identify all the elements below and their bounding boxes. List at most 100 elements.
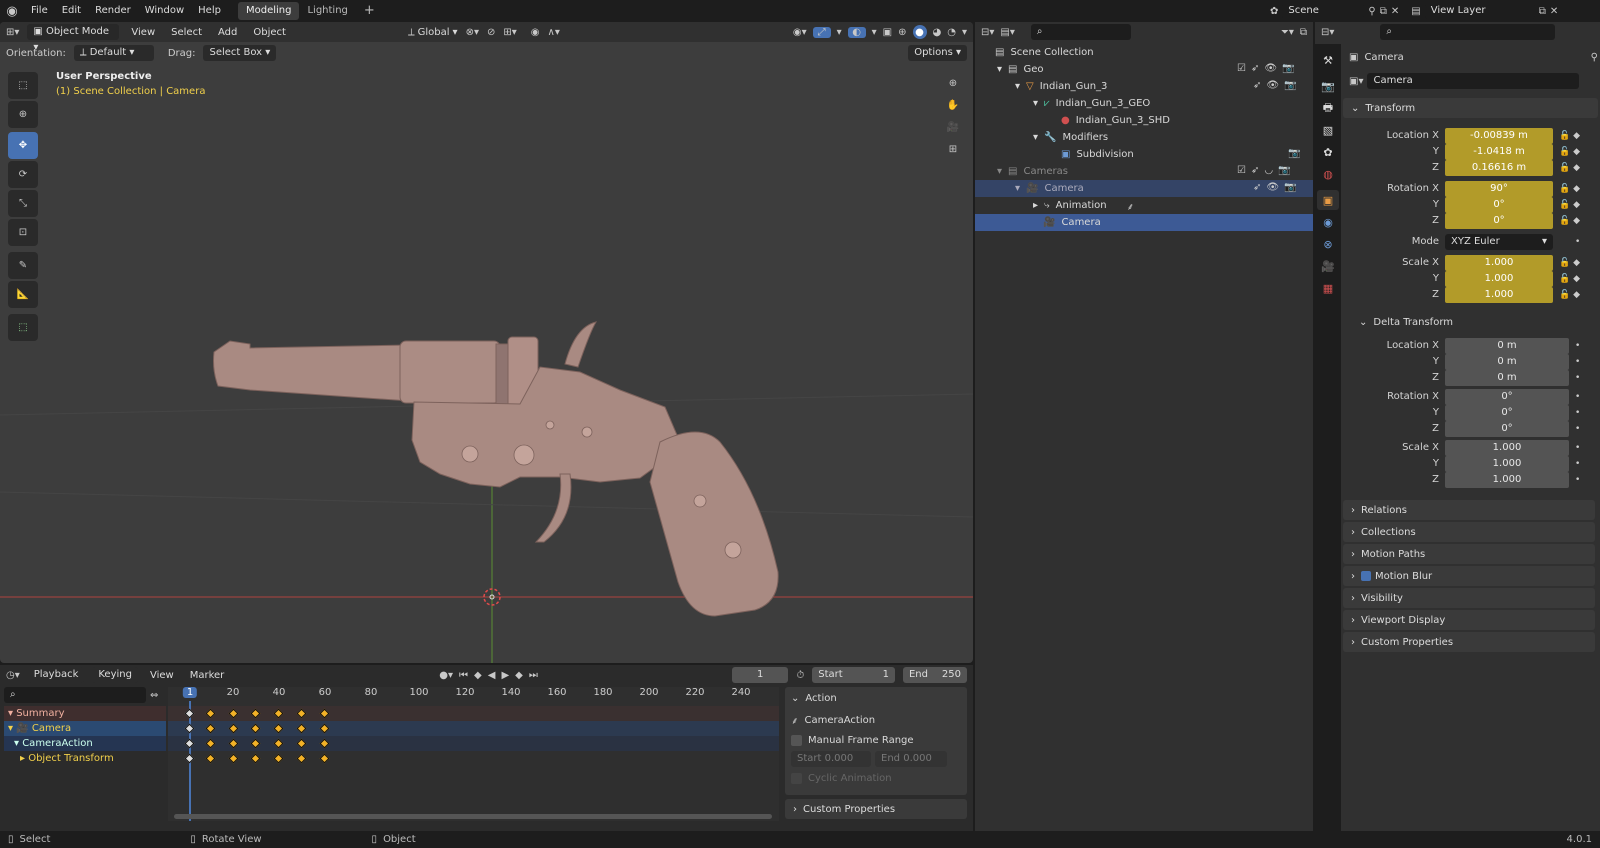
play-icon[interactable]: ▶ bbox=[501, 670, 509, 681]
play-reverse-icon[interactable]: ◀ bbox=[488, 670, 496, 681]
keyframe-diamond[interactable] bbox=[228, 708, 238, 719]
render-icon[interactable]: 📷 bbox=[1282, 63, 1294, 74]
keyframe-diamond[interactable] bbox=[319, 753, 330, 764]
select-icon[interactable]: ➶ bbox=[1251, 63, 1259, 74]
key-dot[interactable]: • bbox=[1575, 405, 1580, 421]
delta-location-x-field[interactable]: 0 m bbox=[1445, 338, 1569, 354]
blender-logo-icon[interactable]: ◉ bbox=[0, 4, 24, 19]
scale-x-field[interactable]: 1.000 bbox=[1445, 255, 1553, 271]
delta-location-y-field[interactable]: 0 m bbox=[1445, 354, 1569, 370]
key-dot[interactable]: • bbox=[1575, 472, 1580, 488]
render-icon[interactable]: 📷 bbox=[1278, 165, 1290, 176]
lock-key-row[interactable]: 🔓 ◆ bbox=[1559, 271, 1595, 287]
keyframe-diamond[interactable] bbox=[250, 738, 261, 749]
keyframe-diamond[interactable] bbox=[184, 738, 195, 749]
record-icon[interactable]: ●▾ bbox=[439, 670, 453, 681]
visibility-panel[interactable]: › Visibility bbox=[1343, 588, 1595, 608]
checkbox-icon[interactable]: ☑ bbox=[1237, 63, 1246, 74]
outliner-row-camera-data[interactable]: 🎥 Camera bbox=[975, 214, 1313, 231]
marker-menu[interactable]: Marker bbox=[186, 670, 229, 681]
lock-key-row[interactable]: 🔓 ◆ bbox=[1559, 197, 1595, 213]
keyframe-diamond[interactable] bbox=[273, 753, 284, 764]
delta-transform-header[interactable]: ⌄ Delta Transform bbox=[1359, 312, 1453, 332]
delta-rotation-z-field[interactable]: 0° bbox=[1445, 421, 1569, 437]
horizontal-scrollbar[interactable] bbox=[174, 814, 772, 819]
scene-selector[interactable]: Scene bbox=[1282, 3, 1365, 19]
keyframe-diamond[interactable] bbox=[250, 753, 261, 764]
transform-panel-header[interactable]: ⌄ Transform bbox=[1343, 98, 1598, 118]
eye-closed-icon[interactable]: ◡ bbox=[1264, 165, 1273, 176]
keyframe-diamond[interactable] bbox=[205, 753, 216, 764]
motion-blur-panel[interactable]: › Motion Blur bbox=[1343, 566, 1595, 586]
keyframe-diamond[interactable] bbox=[205, 708, 216, 719]
outliner-row-indian-gun-3-geo[interactable]: ▾ ⩗ Indian_Gun_3_GEO bbox=[975, 95, 1313, 112]
outliner-editor-icon[interactable]: ⊟▾ bbox=[981, 27, 994, 38]
channel-object-transforms[interactable]: ▸ Object Transform bbox=[4, 751, 166, 766]
object-type-icon[interactable]: ▣▾ bbox=[1349, 76, 1363, 87]
3d-viewport[interactable]: ⊞▾ ▣ Object Mode ▾ View Select Add Objec… bbox=[0, 22, 973, 663]
outliner-row-modifiers[interactable]: ▾ 🔧 Modifiers bbox=[975, 129, 1313, 146]
filter-icon[interactable]: ⏷▾ bbox=[1281, 27, 1294, 38]
keyframe-diamond[interactable] bbox=[228, 753, 238, 764]
mode-key-dot[interactable]: • bbox=[1559, 234, 1595, 250]
keyframe-diamond[interactable] bbox=[184, 708, 195, 719]
constraints-tab[interactable]: ⊗ bbox=[1317, 234, 1339, 254]
keyframe-diamond[interactable] bbox=[319, 738, 330, 749]
location-x-field[interactable]: -0.00839 m bbox=[1445, 128, 1553, 144]
menu-edit[interactable]: Edit bbox=[55, 0, 88, 22]
keyframe-diamond[interactable] bbox=[319, 723, 330, 734]
outliner-row-subdivision[interactable]: ▣ Subdivision bbox=[975, 146, 1313, 163]
keyframe-diamond[interactable] bbox=[296, 708, 307, 719]
scale-y-field[interactable]: 1.000 bbox=[1445, 271, 1553, 287]
rotation-z-field[interactable]: 0° bbox=[1445, 213, 1553, 229]
view-layer-icon[interactable]: ▤ bbox=[1411, 6, 1420, 17]
keyframe-diamond[interactable] bbox=[205, 723, 216, 734]
eye-icon[interactable]: 👁 bbox=[1266, 80, 1279, 91]
scene-tab[interactable]: ✿ bbox=[1317, 142, 1339, 162]
texture-tab[interactable]: ▦ bbox=[1317, 278, 1339, 298]
keyframe-area[interactable]: 1 20 40 60 80 100 120 140 160 180 200 22… bbox=[168, 687, 779, 821]
key-dot[interactable]: • bbox=[1575, 421, 1580, 437]
keyframe-diamond[interactable] bbox=[296, 738, 307, 749]
timeline-view-menu[interactable]: View bbox=[146, 670, 178, 681]
tool-tab[interactable]: ⚒ bbox=[1317, 50, 1339, 70]
tab-modeling[interactable]: Modeling bbox=[237, 2, 300, 20]
key-dot[interactable]: • bbox=[1575, 440, 1580, 456]
lock-key-row[interactable]: 🔓 ◆ bbox=[1559, 287, 1595, 303]
outliner-search-input[interactable]: ⌕ bbox=[1030, 24, 1131, 40]
jump-start-icon[interactable]: ⏮ bbox=[459, 670, 468, 681]
new-view-layer-icon[interactable]: ⧉ bbox=[1539, 6, 1546, 17]
lock-key-row[interactable]: 🔓 ◆ bbox=[1559, 128, 1595, 144]
world-tab[interactable]: ◍ bbox=[1317, 164, 1339, 184]
pin-icon[interactable]: ⚲ bbox=[1368, 6, 1375, 17]
key-dot[interactable]: • bbox=[1575, 456, 1580, 472]
menu-file[interactable]: File bbox=[24, 0, 55, 22]
keyframe-diamond[interactable] bbox=[319, 708, 330, 719]
collections-panel[interactable]: › Collections bbox=[1343, 522, 1595, 542]
custom-properties-panel[interactable]: › Custom Properties bbox=[1343, 632, 1595, 652]
motion-blur-checkbox[interactable] bbox=[1361, 571, 1371, 581]
select-icon[interactable]: ➶ bbox=[1253, 182, 1261, 193]
properties-editor-icon[interactable]: ⊟▾ bbox=[1321, 27, 1334, 38]
key-dot[interactable]: • bbox=[1575, 389, 1580, 405]
action-panel-header[interactable]: ⌄ Action bbox=[791, 689, 961, 707]
tab-lighting[interactable]: Lighting bbox=[299, 2, 355, 20]
channel-camera[interactable]: ▾ 🎥 Camera bbox=[4, 721, 166, 736]
key-dot[interactable]: • bbox=[1575, 354, 1580, 370]
render-icon[interactable]: 📷 bbox=[1288, 148, 1300, 159]
delta-location-z-field[interactable]: 0 m bbox=[1445, 370, 1569, 386]
select-icon[interactable]: ➶ bbox=[1253, 80, 1261, 91]
keyframe-diamond[interactable] bbox=[205, 738, 216, 749]
render-tab[interactable]: 📷 bbox=[1317, 76, 1339, 96]
keyframe-diamond[interactable] bbox=[250, 723, 261, 734]
display-mode-icon[interactable]: ▤▾ bbox=[1000, 27, 1014, 38]
output-tab[interactable]: 🖶 bbox=[1317, 98, 1339, 118]
key-dot[interactable]: • bbox=[1575, 370, 1580, 386]
object-tab[interactable]: ▣ bbox=[1317, 190, 1339, 210]
keyframe-diamond[interactable] bbox=[273, 723, 284, 734]
lock-key-row[interactable]: 🔓 ◆ bbox=[1559, 160, 1595, 176]
delete-scene-icon[interactable]: ✕ bbox=[1391, 6, 1399, 17]
keyframe-diamond[interactable] bbox=[296, 723, 307, 734]
select-icon[interactable]: ➶ bbox=[1251, 165, 1259, 176]
start-frame-field[interactable]: Start 1 bbox=[812, 667, 895, 683]
